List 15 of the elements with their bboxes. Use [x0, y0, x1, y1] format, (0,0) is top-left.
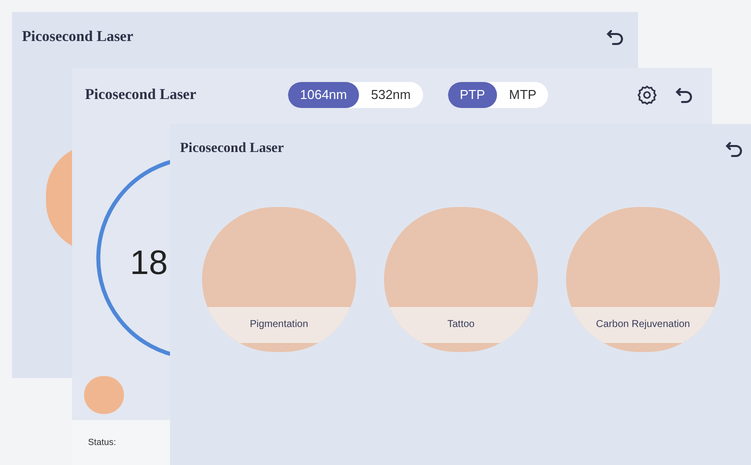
treatment-option[interactable]: Pigmentation: [202, 207, 356, 352]
window-title: Picosecond Laser: [180, 140, 284, 158]
back-icon[interactable]: [606, 29, 624, 46]
toggle-option[interactable]: PTP: [448, 82, 498, 108]
window-title: Picosecond Laser: [22, 28, 134, 47]
toggle-option[interactable]: 1064nm: [288, 82, 359, 108]
back-icon[interactable]: [675, 86, 693, 103]
back-icon[interactable]: [725, 140, 743, 156]
window-title: Picosecond Laser: [85, 86, 198, 104]
counter-value: 18: [130, 243, 168, 284]
settings-icon[interactable]: [637, 84, 657, 105]
photo-placeholder: [84, 376, 124, 414]
treatment-option[interactable]: Tattoo: [384, 207, 538, 352]
status-label: Status:: [88, 437, 116, 447]
treatment-option[interactable]: Carbon Rejuvenation: [566, 207, 720, 352]
